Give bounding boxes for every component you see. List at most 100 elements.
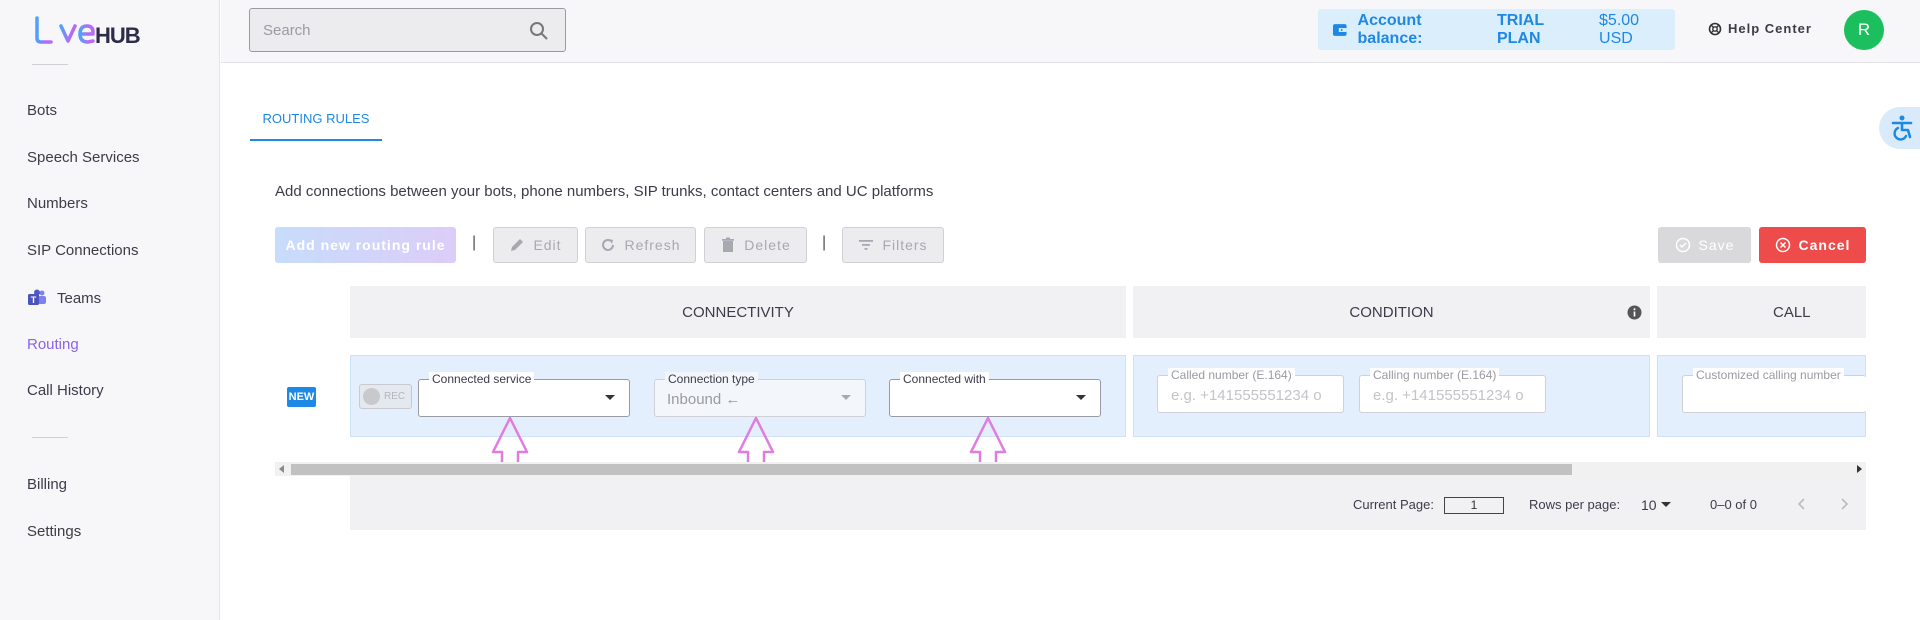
svg-text:T: T [31,295,37,305]
filters-button[interactable]: Filters [842,227,944,263]
current-page-input[interactable]: 1 [1444,497,1504,514]
sidebar-item-call-history[interactable]: Call History [27,382,104,399]
horizontal-scrollbar[interactable] [275,462,1866,476]
calling-number-label: Calling number (E.164) [1370,368,1500,382]
sidebar-divider [32,64,68,65]
check-circle-icon [1675,237,1690,253]
close-circle-icon [1775,237,1790,253]
app: HUB Bots Speech Services Numbers SIP Con… [0,0,1920,620]
filter-icon [859,240,874,250]
filters-label: Filters [882,237,928,253]
save-label: Save [1698,237,1735,253]
sidebar-item-label: Routing [27,336,79,353]
help-center-link[interactable]: Help Center [1708,21,1812,36]
edit-button[interactable]: Edit [493,227,578,263]
chevron-down-icon [841,395,851,400]
connection-type-text: Inbound [667,391,722,408]
sidebar-item-numbers[interactable]: Numbers [27,195,88,212]
rec-label: REC [384,391,406,402]
connected-with-select[interactable]: Connected with [889,372,1101,417]
account-balance[interactable]: Account balance: TRIAL PLAN $5.00 USD [1318,9,1675,50]
sidebar-item-speech-services[interactable]: Speech Services [27,149,140,166]
refresh-icon [602,239,615,251]
page-range: 0–0 of 0 [1710,497,1757,512]
toolbar-separator: | [822,234,827,251]
tab-routing-rules[interactable]: ROUTING RULES [250,103,382,141]
chevron-down-icon[interactable] [1661,502,1671,507]
accessibility-button[interactable] [1879,107,1920,149]
scrollbar-thumb[interactable] [291,464,1572,475]
new-row-badge: NEW [287,387,316,407]
balance-amount: $5.00 USD [1599,11,1640,47]
help-center-label: Help Center [1728,21,1812,36]
search-placeholder: Search [263,22,311,39]
calling-number-placeholder: e.g. +141555551234 o [1373,387,1524,404]
sidebar-item-routing[interactable]: Routing [27,336,79,353]
pagination-bar [350,476,1866,530]
calling-number-field[interactable]: Calling number (E.164) e.g. +14155555123… [1359,368,1546,413]
toolbar-separator: | [472,234,477,251]
cancel-button[interactable]: Cancel [1759,227,1866,263]
connected-service-label: Connected service [429,372,535,386]
sidebar-item-label: SIP Connections [27,242,139,259]
column-header-call: CALL [1657,286,1866,338]
search-input[interactable]: Search [249,8,566,52]
connection-type-value: Inbound ← [667,391,740,408]
sidebar-item-billing[interactable]: Billing [27,476,67,493]
connection-type-label: Connection type [665,372,758,386]
connected-with-label: Connected with [900,372,989,386]
svg-text:HUB: HUB [95,23,140,48]
trash-icon [722,237,735,252]
chevron-right-icon[interactable] [1836,496,1852,512]
inbound-arrow-icon: ← [725,391,741,408]
teams-icon: T [27,289,47,307]
called-number-placeholder: e.g. +141555551234 o [1171,387,1322,404]
plan-name: TRIAL PLAN [1496,11,1544,47]
add-routing-rule-button[interactable]: Add new routing rule [275,227,456,263]
top-header: Search Account balance: TRIAL PLAN $5.00… [221,0,1920,63]
sidebar-item-settings[interactable]: Settings [27,523,81,540]
current-page-label: Current Page: [1353,497,1434,512]
sidebar-divider [32,437,68,438]
balance-label: Account balance: [1357,11,1423,47]
scroll-left-icon[interactable] [279,465,284,473]
chevron-left-icon[interactable] [1794,496,1810,512]
rec-toggle[interactable]: REC [359,384,412,409]
lifebuoy-icon [1708,22,1722,35]
wallet-icon [1332,23,1347,36]
sidebar-item-bots[interactable]: Bots [27,102,57,119]
called-number-label: Called number (E.164) [1168,368,1295,382]
sidebar-item-label: Teams [57,289,102,307]
save-button[interactable]: Save [1658,227,1751,263]
column-header-connectivity: CONNECTIVITY [350,286,1126,338]
scroll-right-icon[interactable] [1857,465,1862,473]
sidebar-item-teams[interactable]: T Teams [27,289,101,307]
cancel-label: Cancel [1798,237,1851,253]
refresh-button[interactable]: Refresh [585,227,696,263]
pencil-icon [511,239,524,251]
chevron-down-icon [605,395,615,400]
connection-type-select[interactable]: Connection type Inbound ← [654,372,866,417]
search-icon[interactable] [529,21,549,41]
connected-service-select[interactable]: Connected service [418,372,630,417]
called-number-field[interactable]: Called number (E.164) e.g. +141555551234… [1157,368,1344,413]
customized-calling-number-field[interactable]: Customized calling number [1682,368,1866,413]
customized-calling-number-label: Customized calling number [1693,368,1844,382]
rows-per-page-select[interactable]: 10 [1641,497,1657,513]
delete-button[interactable]: Delete [704,227,807,263]
page-description: Add connections between your bots, phone… [275,183,934,200]
accessibility-icon [1891,115,1913,141]
refresh-label: Refresh [624,237,681,253]
chevron-down-icon [1076,395,1086,400]
sidebar: HUB Bots Speech Services Numbers SIP Con… [0,0,220,620]
sidebar-item-label: Numbers [27,195,88,212]
column-header-condition-label: CONDITION [1349,303,1434,321]
sidebar-item-sip-connections[interactable]: SIP Connections [27,242,138,259]
info-icon[interactable] [1627,305,1642,320]
avatar[interactable]: R [1844,10,1884,50]
logo-mark: HUB [35,16,141,48]
livehub-logo[interactable]: HUB [33,12,148,52]
rows-per-page-label: Rows per page: [1529,497,1621,512]
sidebar-item-label: Speech Services [27,149,140,166]
column-header-condition: CONDITION [1133,286,1650,338]
